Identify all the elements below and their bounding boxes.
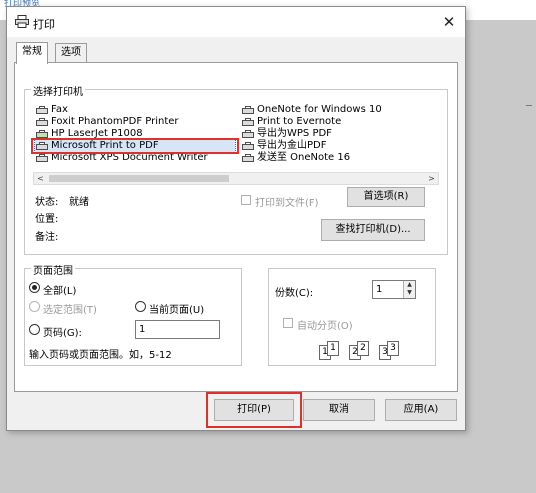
printer-icon (35, 117, 49, 127)
status-value: 就绪 (69, 197, 89, 208)
printer-name: 发送至 OneNote 16 (257, 152, 351, 163)
printer-list[interactable]: Fax Foxit PhantomPDF Printer HP LaserJet… (31, 102, 439, 180)
select-printer-group: 选择打印机 Fax Foxit PhantomPDF Printer HP La… (24, 83, 448, 255)
tab-panel-general: 选择打印机 Fax Foxit PhantomPDF Printer HP La… (14, 62, 458, 392)
location-label: 位置: (35, 214, 59, 225)
apply-button[interactable]: 应用(A) (385, 399, 457, 421)
printer-icon (35, 153, 49, 163)
scroll-left-icon[interactable]: < (34, 173, 47, 184)
page-range-group: 页面范围 全部(L) 选定范围(T) 当前页面(U) 页码(G): 1 输入页码… (24, 262, 242, 366)
scroll-thumb[interactable] (49, 175, 229, 182)
select-printer-label: 选择打印机 (31, 83, 85, 98)
find-printer-button[interactable]: 查找打印机(D)... (321, 219, 425, 241)
printer-icon (241, 153, 255, 163)
printer-item[interactable]: Print to Evernote (241, 116, 341, 128)
printer-item[interactable]: 导出为WPS PDF (241, 128, 332, 140)
printer-name: 导出为金山PDF (257, 140, 327, 151)
page-range-all-label: 全部(L) (43, 286, 77, 297)
preferences-button[interactable]: 首选项(R) (347, 187, 425, 207)
spin-down-icon[interactable]: ▼ (404, 289, 415, 297)
printer-name: Foxit PhantomPDF Printer (51, 116, 179, 127)
printer-icon (241, 117, 255, 127)
title-bar: 打印 ✕ (7, 7, 465, 37)
page-range-current-label: 当前页面(U) (149, 305, 205, 316)
printer-item[interactable]: 导出为金山PDF (241, 140, 326, 152)
dialog-title: 打印 (33, 18, 55, 31)
page-range-hint: 输入页码或页面范围。如，5-12 (29, 350, 172, 361)
printer-item[interactable]: 发送至 OneNote 16 (241, 152, 350, 164)
annotation-highlight-printer (31, 138, 239, 154)
annotation-highlight-print (206, 392, 302, 428)
spin-up-icon[interactable]: ▲ (404, 281, 415, 289)
page-range-selection-label: 选定范围(T) (43, 305, 97, 316)
printer-list-scrollbar[interactable]: < > (33, 172, 439, 185)
page-range-pages-radio[interactable] (29, 324, 40, 335)
copies-label: 份数(C): (275, 288, 314, 299)
tab-options[interactable]: 选项 (55, 43, 87, 63)
printer-item[interactable]: Fax (35, 104, 68, 116)
printer-name: OneNote for Windows 10 (257, 104, 382, 115)
collate-page: 3 (387, 341, 399, 356)
pages-input[interactable]: 1 (135, 320, 220, 339)
printer-icon (241, 141, 255, 151)
copies-input[interactable]: 1 ▲ ▼ (372, 280, 416, 299)
comment-label: 备注: (35, 232, 59, 243)
page-range-all-radio[interactable] (29, 282, 40, 293)
page-range-current-radio[interactable] (135, 301, 146, 312)
print-to-file-label: 打印到文件(F) (255, 198, 319, 209)
printer-name: 导出为WPS PDF (257, 128, 332, 139)
close-icon[interactable]: ✕ (439, 12, 459, 32)
copies-group: 份数(C): 1 ▲ ▼ 自动分页(O) 1 1 2 2 3 3 (268, 268, 436, 366)
printer-name: Print to Evernote (257, 116, 342, 127)
copies-spinner[interactable]: ▲ ▼ (403, 281, 415, 298)
print-to-file-checkbox[interactable] (241, 195, 251, 205)
printer-icon (241, 129, 255, 139)
collate-checkbox[interactable] (283, 318, 293, 328)
printer-name: Fax (51, 104, 68, 115)
background-divider (526, 105, 532, 106)
page-range-selection-radio[interactable] (29, 301, 40, 312)
cancel-button[interactable]: 取消 (303, 399, 375, 421)
page-range-label: 页面范围 (31, 262, 75, 277)
printer-icon (241, 105, 255, 115)
status-label: 状态: (35, 197, 59, 208)
collate-page: 1 (327, 341, 339, 356)
printer-item[interactable]: OneNote for Windows 10 (241, 104, 382, 116)
tab-general[interactable]: 常规 (16, 42, 48, 64)
print-dialog: 打印 ✕ 常规 选项 选择打印机 Fax Foxit PhantomPDF Pr… (6, 6, 466, 431)
collate-label: 自动分页(O) (297, 321, 353, 332)
page-range-pages-label: 页码(G): (43, 328, 82, 339)
fax-icon (35, 105, 49, 115)
copies-value: 1 (376, 284, 383, 295)
printer-item[interactable]: Foxit PhantomPDF Printer (35, 116, 179, 128)
scroll-right-icon[interactable]: > (425, 173, 438, 184)
collate-page: 2 (357, 341, 369, 356)
printer-icon (15, 15, 29, 28)
